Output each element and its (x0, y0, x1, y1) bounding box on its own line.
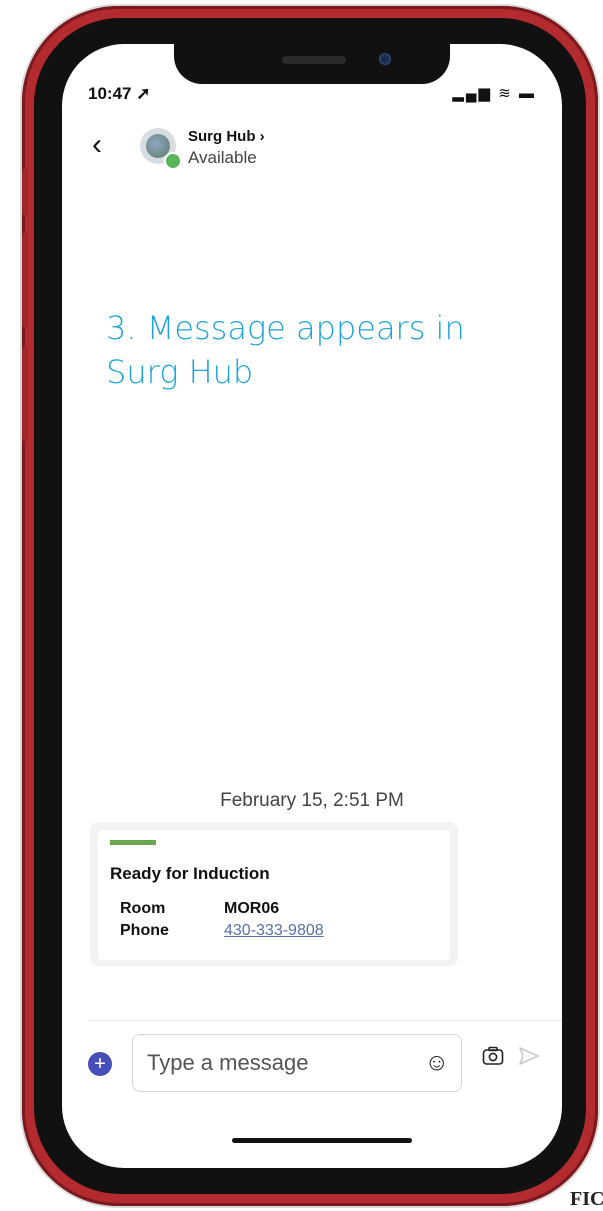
step-callout: 3. Message appears in Surg Hub (106, 309, 465, 391)
message-placeholder: Type a message (147, 1050, 309, 1075)
emoji-icon[interactable]: ☺ (424, 1049, 449, 1077)
home-indicator[interactable] (232, 1138, 412, 1143)
presence-available-icon (164, 152, 182, 170)
side-button-volume-up (22, 232, 28, 328)
fact-value-room: MOR06 (224, 900, 280, 917)
side-button-silent (22, 168, 28, 216)
camera-icon-svg (482, 1046, 504, 1065)
camera-icon[interactable] (482, 1046, 504, 1072)
send-icon-svg (519, 1047, 539, 1065)
card-body: Ready for Induction Room MOR06 Phone 430… (98, 830, 450, 960)
back-chevron-icon[interactable]: ‹ (92, 130, 102, 160)
send-icon[interactable] (518, 1046, 540, 1072)
chat-title[interactable]: Surg Hub › (188, 128, 265, 145)
fact-label-room: Room (120, 900, 166, 917)
notch (174, 44, 450, 84)
corner-text-fragment: FIC (570, 1188, 603, 1210)
status-icons: ▂▄▆ ≋ ▬ (452, 85, 536, 102)
compose-divider (88, 1020, 562, 1021)
add-attachment-plus-icon[interactable]: + (88, 1052, 112, 1076)
status-time: 10:47 ➚ (88, 84, 151, 103)
side-button-volume-down (22, 346, 28, 442)
adaptive-card: Ready for Induction Room MOR06 Phone 430… (90, 822, 458, 966)
phone-link[interactable]: 430-333-9808 (224, 922, 324, 940)
card-title: Ready for Induction (110, 864, 270, 883)
front-camera (379, 53, 391, 65)
chat-presence-status: Available (188, 148, 257, 167)
speaker-grille (282, 56, 346, 64)
fact-label-phone: Phone (120, 922, 169, 939)
message-input[interactable]: Type a message ☺ (132, 1034, 462, 1092)
phone-screen: 10:47 ➚ ▂▄▆ ≋ ▬ ‹ Surg Hub › Available 3… (62, 44, 562, 1168)
message-timestamp: February 15, 2:51 PM (220, 790, 404, 811)
card-accent-bar (110, 840, 156, 845)
